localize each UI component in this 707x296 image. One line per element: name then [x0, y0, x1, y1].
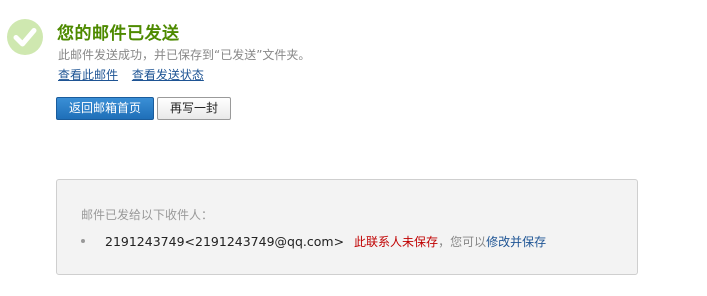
view-send-status-link[interactable]: 查看发送状态: [132, 68, 204, 82]
bullet-icon: [81, 238, 85, 243]
contact-unsaved-status: 此联系人未保存: [354, 235, 439, 249]
result-links: 查看此邮件 查看发送状态: [58, 66, 214, 83]
page-title: 您的邮件已发送: [57, 24, 180, 44]
recipient-list-item: 2191243749<2191243749@qq.com> 此联系人未保存，您可以…: [81, 233, 546, 250]
view-mail-link[interactable]: 查看此邮件: [58, 68, 118, 82]
save-hint-text: ，您可以: [438, 235, 487, 249]
write-another-button[interactable]: 再写一封: [157, 97, 231, 120]
edit-and-save-link[interactable]: 修改并保存: [486, 235, 546, 249]
send-success-message: 此邮件发送成功，并已保存到“已发送”文件夹。: [58, 48, 311, 62]
back-to-inbox-button[interactable]: 返回邮箱首页: [56, 97, 154, 120]
success-icon: [6, 18, 44, 56]
recipient-address: 2191243749<2191243749@qq.com>: [105, 234, 345, 249]
recipients-panel: 邮件已发给以下收件人： 2191243749<2191243749@qq.com…: [56, 179, 638, 275]
recipients-heading: 邮件已发给以下收件人：: [81, 208, 214, 222]
